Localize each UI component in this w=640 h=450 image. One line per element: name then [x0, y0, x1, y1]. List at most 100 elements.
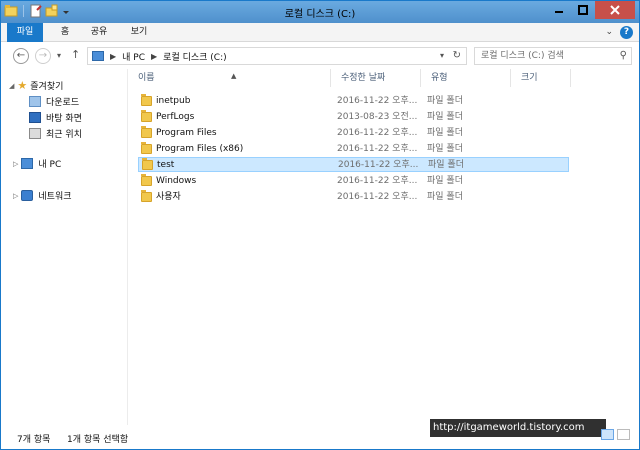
back-button[interactable]: ← — [13, 48, 29, 64]
network-icon — [21, 190, 34, 201]
search-box[interactable]: 로컬 디스크 (C:) 검색 ⚲ — [474, 47, 632, 65]
computer-icon — [21, 158, 34, 169]
file-type: 파일 폴더 — [427, 96, 463, 106]
file-type: 파일 폴더 — [427, 128, 463, 138]
file-type: 파일 폴더 — [427, 144, 463, 154]
breadcrumb-this-pc[interactable]: 내 PC — [122, 50, 145, 63]
up-arrow-icon[interactable]: ↑ — [71, 48, 80, 61]
status-item-count: 7개 항목 — [17, 435, 51, 445]
nav-favorites[interactable]: ◢ ★ 즐겨찾기 — [9, 79, 63, 92]
column-header-size[interactable]: 크기 — [511, 69, 571, 87]
tab-view[interactable]: 보기 — [125, 23, 153, 42]
file-date: 2013-08-23 오전... — [337, 112, 418, 122]
address-bar[interactable]: ▶ 내 PC ▶ 로컬 디스크 (C:) ▾ ↻ — [87, 47, 467, 65]
folder-icon — [142, 158, 153, 170]
minimize-button[interactable] — [547, 1, 571, 19]
computer-icon — [92, 51, 104, 61]
maximize-button[interactable] — [571, 1, 595, 19]
breadcrumb-separator-icon[interactable]: ▶ — [110, 52, 116, 61]
column-header-label: 이름 — [138, 73, 155, 83]
file-date: 2016-11-22 오후... — [338, 160, 419, 170]
details-view-button[interactable] — [601, 429, 614, 440]
breadcrumb-separator-icon[interactable]: ▶ — [151, 52, 157, 61]
nav-favorites-label: 즐겨찾기 — [30, 82, 64, 92]
refresh-icon[interactable]: ↻ — [453, 50, 461, 61]
column-header-name[interactable]: 이름 ▲ — [128, 69, 331, 87]
nav-network[interactable]: ▷ 네트워크 — [13, 189, 72, 202]
ribbon-expand-chevron-icon[interactable]: ⌄ — [605, 27, 613, 37]
forward-button[interactable]: → — [35, 48, 51, 64]
large-icons-view-button[interactable] — [617, 429, 630, 440]
close-button[interactable] — [595, 1, 635, 19]
file-name: inetpub — [156, 96, 191, 106]
search-icon[interactable]: ⚲ — [620, 48, 627, 64]
nav-item-desktop[interactable]: 바탕 화면 — [29, 111, 82, 124]
file-date: 2016-11-22 오후... — [337, 192, 418, 202]
address-dropdown-icon[interactable]: ▾ — [440, 51, 444, 60]
file-type: 파일 폴더 — [427, 112, 463, 122]
file-date: 2016-11-22 오후... — [337, 176, 418, 186]
tab-share[interactable]: 공유 — [85, 23, 113, 42]
folder-icon — [141, 126, 152, 138]
ribbon-tabs: 파일 홈 공유 보기 ⌄ ? — [1, 23, 639, 42]
tab-file[interactable]: 파일 — [7, 23, 43, 42]
folder-icon — [141, 94, 152, 106]
folder-icon — [141, 190, 152, 202]
expand-arrow-icon[interactable]: ▷ — [13, 160, 18, 168]
file-row[interactable]: Program Files 2016-11-22 오후... 파일 폴더 — [138, 126, 569, 141]
folder-icon — [141, 142, 152, 154]
nav-this-pc[interactable]: ▷ 내 PC — [13, 157, 61, 170]
star-icon: ★ — [17, 79, 28, 92]
file-row[interactable]: 사용자 2016-11-22 오후... 파일 폴더 — [138, 190, 569, 205]
downloads-icon — [29, 96, 41, 107]
file-date: 2016-11-22 오후... — [337, 128, 418, 138]
breadcrumb-local-disk[interactable]: 로컬 디스크 (C:) — [163, 50, 226, 63]
search-input[interactable]: 로컬 디스크 (C:) 검색 — [481, 51, 564, 61]
watermark: http://itgameworld.tistory.com — [430, 419, 606, 437]
column-headers: 이름 ▲ 수정한 날짜 유형 크기 — [128, 69, 639, 87]
explorer-window: 로컬 디스크 (C:) 파일 홈 공유 보기 ⌄ ? ← → ▾ ↑ ▶ 내 P… — [0, 0, 640, 450]
tab-home[interactable]: 홈 — [55, 23, 75, 42]
file-date: 2016-11-22 오후... — [337, 144, 418, 154]
expand-arrow-icon[interactable]: ▷ — [13, 192, 18, 200]
collapse-arrow-icon[interactable]: ◢ — [9, 82, 14, 90]
nav-network-label: 네트워크 — [38, 192, 72, 202]
nav-item-label: 바탕 화면 — [46, 114, 82, 124]
file-list: 이름 ▲ 수정한 날짜 유형 크기 inetpub 2016-11-22 오후.… — [128, 69, 639, 425]
title-bar[interactable]: 로컬 디스크 (C:) — [1, 1, 639, 23]
nav-item-label: 최근 위치 — [46, 130, 82, 140]
file-date: 2016-11-22 오후... — [337, 96, 418, 106]
folder-icon — [141, 174, 152, 186]
nav-item-downloads[interactable]: 다운로드 — [29, 95, 79, 108]
file-type: 파일 폴더 — [428, 160, 464, 170]
file-name: Program Files — [156, 128, 217, 138]
window-controls — [547, 1, 635, 19]
navigation-pane: ◢ ★ 즐겨찾기 다운로드 바탕 화면 최근 위치 ▷ 내 PC ▷ 네트워크 — [1, 69, 127, 425]
nav-this-pc-label: 내 PC — [38, 160, 62, 170]
desktop-icon — [29, 112, 41, 123]
nav-item-recent-places[interactable]: 최근 위치 — [29, 127, 82, 140]
recent-locations-icon[interactable]: ▾ — [57, 51, 61, 60]
status-selection: 1개 항목 선택함 — [67, 435, 129, 445]
folder-icon — [141, 110, 152, 122]
file-name: Windows — [156, 176, 197, 186]
file-name: PerfLogs — [156, 112, 195, 122]
file-type: 파일 폴더 — [427, 192, 463, 202]
file-name: Program Files (x86) — [156, 144, 244, 154]
recent-places-icon — [29, 128, 41, 139]
file-row[interactable]: PerfLogs 2013-08-23 오전... 파일 폴더 — [138, 110, 569, 125]
file-row[interactable]: Program Files (x86) 2016-11-22 오후... 파일 … — [138, 142, 569, 157]
file-row[interactable]: inetpub 2016-11-22 오후... 파일 폴더 — [138, 94, 569, 109]
file-name: test — [157, 160, 175, 170]
navigation-bar: ← → ▾ ↑ ▶ 내 PC ▶ 로컬 디스크 (C:) ▾ ↻ 로컬 디스크 … — [1, 43, 639, 69]
nav-item-label: 다운로드 — [46, 98, 80, 108]
window-title: 로컬 디스크 (C:) — [284, 9, 356, 20]
help-icon[interactable]: ? — [620, 26, 633, 39]
file-row[interactable]: Windows 2016-11-22 오후... 파일 폴더 — [138, 174, 569, 189]
file-type: 파일 폴더 — [427, 176, 463, 186]
column-header-type[interactable]: 유형 — [421, 69, 511, 87]
file-name: 사용자 — [156, 192, 181, 202]
sort-ascending-icon: ▲ — [231, 72, 237, 80]
file-row-selected[interactable]: test 2016-11-22 오후... 파일 폴더 — [138, 157, 569, 172]
column-header-date[interactable]: 수정한 날짜 — [331, 69, 421, 87]
